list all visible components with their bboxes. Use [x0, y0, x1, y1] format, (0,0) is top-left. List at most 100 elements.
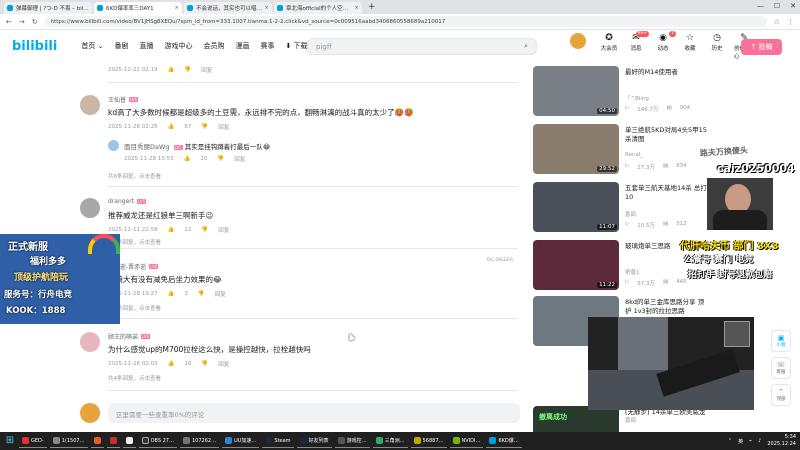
dislike-icon[interactable]: 👎: [198, 291, 205, 297]
nav-live[interactable]: 直播: [139, 41, 153, 51]
sub-comment-username[interactable]: 面目秀丽DaWg: [124, 143, 170, 151]
video-title[interactable]: 最好的M14使用者: [625, 68, 707, 77]
forward-icon[interactable]: →: [19, 18, 25, 26]
close-tab-icon[interactable]: ×: [264, 5, 269, 11]
minimize-icon[interactable]: —: [757, 2, 764, 10]
user-avatar[interactable]: [570, 33, 586, 49]
nav-anime[interactable]: 番剧: [114, 41, 128, 51]
bilibili-logo[interactable]: bilibili: [12, 39, 57, 54]
taskbar-item[interactable]: 107262…: [179, 434, 220, 448]
back-to-top-button[interactable]: ⌃ 顶部: [771, 384, 791, 406]
nav-game-center[interactable]: 游戏中心: [164, 41, 192, 51]
taskbar-item[interactable]: Steam: [262, 434, 294, 448]
windows-start-icon[interactable]: ⊞: [4, 435, 16, 447]
header-messages[interactable]: ✉ 99+ 消息: [626, 31, 649, 52]
uploader-name[interactable]: 香鸽: [625, 416, 636, 424]
comment-username[interactable]: 顾王的萌弟: [108, 332, 138, 341]
volume-icon[interactable]: ♪: [758, 438, 761, 444]
dislike-icon[interactable]: 👎: [201, 227, 208, 233]
recommend-item[interactable]: 29:52 单三绝航5KD对局4头5甲15杀清图 Renal_ ▷ 27.3万 ▤ 6…: [533, 124, 708, 176]
reply-button[interactable]: 回复: [218, 226, 229, 234]
like-icon[interactable]: 👍: [168, 124, 175, 130]
taskbar-item[interactable]: NVIDI…: [449, 434, 484, 448]
url-field[interactable]: https://www.bilibili.com/video/BV1JHSg8X…: [44, 16, 767, 27]
reload-icon[interactable]: ↻: [32, 18, 38, 26]
video-thumbnail[interactable]: 29:52: [533, 124, 619, 174]
video-thumbnail[interactable]: 11:07: [533, 182, 619, 232]
video-title[interactable]: 8kd的单三金库思路分享 顶护 1v3封的拉拉思路: [625, 298, 707, 316]
uploader-name[interactable]: 「^Bling: [625, 94, 649, 102]
close-window-icon[interactable]: ✕: [790, 2, 796, 10]
taskbar-item[interactable]: 三角洲…: [372, 434, 408, 448]
dislike-icon[interactable]: 👎: [201, 124, 208, 130]
video-title[interactable]: 五套单三航天基地14杀 总打10: [625, 184, 707, 202]
view-replies-link[interactable]: 共6条回复，点击查看: [108, 172, 161, 180]
taskbar-item[interactable]: 好友列表: [296, 434, 332, 448]
nav-mall[interactable]: 会员购: [203, 41, 224, 51]
uploader-name[interactable]: Renal_: [625, 152, 643, 158]
dislike-icon[interactable]: 👎: [201, 361, 208, 367]
header-favorites[interactable]: ☆ 收藏: [680, 33, 700, 52]
uploader-name[interactable]: 奇善1: [625, 268, 640, 276]
browser-tab-4[interactable]: 章北海official的个人空间-章北海…×: [274, 2, 362, 14]
taskbar-item[interactable]: [122, 434, 136, 448]
network-icon[interactable]: ⌁: [749, 438, 752, 444]
comment-username[interactable]: 王仙普: [108, 95, 126, 104]
video-thumbnail[interactable]: 11:22: [533, 240, 619, 290]
browser-tab-2[interactable]: 6KD爆率率三DAY1 ×: [94, 2, 182, 14]
like-icon[interactable]: 👍: [184, 156, 191, 162]
taskbar-item[interactable]: OBS 27…: [138, 434, 177, 448]
reply-button[interactable]: 回复: [218, 123, 229, 131]
new-tab-button[interactable]: +: [368, 2, 376, 12]
like-icon[interactable]: 👍: [168, 361, 175, 367]
avatar[interactable]: [80, 198, 100, 218]
like-icon[interactable]: 👍: [168, 67, 175, 73]
header-dynamics[interactable]: ◉ 1 动态: [653, 31, 676, 52]
dislike-icon[interactable]: 👎: [217, 156, 224, 162]
taskbar-item[interactable]: 6KD爆…: [486, 434, 522, 448]
search-icon[interactable]: ⌕: [524, 42, 528, 51]
taskbar-item[interactable]: 1(1507…: [49, 434, 88, 448]
comment-username[interactable]: drangert: [108, 198, 134, 205]
browser-tab-3[interactable]: 不会说话，其实也可以唱暖的(…×: [184, 2, 272, 14]
header-history[interactable]: ◷ 历史: [707, 33, 727, 52]
search-input[interactable]: pigff ⌕: [307, 38, 537, 55]
comment-input[interactable]: 这里需要一些查重率0%的评论: [108, 403, 520, 423]
uploader-name[interactable]: 香鸽: [625, 210, 636, 218]
taskbar-item[interactable]: [90, 434, 104, 448]
tray-chevron-icon[interactable]: ⌃: [728, 438, 732, 444]
taskbar-item[interactable]: GED-: [19, 434, 47, 448]
reply-button[interactable]: 回复: [218, 360, 229, 368]
view-replies-link[interactable]: 共4条回复，点击查看: [108, 374, 161, 382]
header-vip[interactable]: ✪ 大会员: [599, 33, 619, 52]
nav-esports[interactable]: 赛事: [260, 41, 274, 51]
maximize-icon[interactable]: ☐: [774, 2, 780, 10]
avatar[interactable]: [80, 95, 100, 115]
reply-button[interactable]: 回复: [201, 66, 212, 74]
reply-button[interactable]: 回复: [234, 155, 245, 163]
input-language[interactable]: 英: [738, 438, 743, 445]
like-icon[interactable]: 👍: [168, 291, 175, 297]
taskbar-item[interactable]: UU加速…: [222, 434, 260, 448]
video-thumbnail[interactable]: 04:50: [533, 66, 619, 116]
taskbar-item[interactable]: 游戏控…: [334, 434, 370, 448]
extensions-icon[interactable]: ⋮: [787, 18, 794, 26]
nav-manga[interactable]: 漫画: [235, 41, 249, 51]
close-tab-icon[interactable]: ×: [174, 5, 179, 11]
reply-button[interactable]: 回复: [215, 290, 226, 298]
avatar[interactable]: [108, 140, 119, 151]
like-icon[interactable]: 👍: [168, 227, 175, 233]
dislike-icon[interactable]: 👎: [184, 67, 191, 73]
close-tab-icon[interactable]: ×: [354, 5, 359, 11]
upload-button[interactable]: ↑ 投稿: [741, 39, 782, 55]
favorite-star-icon[interactable]: ☆: [774, 18, 780, 26]
back-icon[interactable]: ←: [6, 18, 12, 26]
customer-service-button[interactable]: ☏ 客服: [771, 357, 791, 379]
recommend-item[interactable]: 11:07 五套单三航天基地14杀 总打10 香鸽 ▷ 10.5万 ▤ 512: [533, 182, 708, 234]
taskbar-item[interactable]: 56887…: [410, 434, 447, 448]
taskbar-item[interactable]: [106, 434, 120, 448]
video-title[interactable]: 单三绝航5KD对局4头5甲15杀清图: [625, 126, 707, 144]
clock[interactable]: 5:34 2025.12.24: [767, 434, 796, 448]
avatar[interactable]: [80, 332, 100, 352]
browser-tab-1[interactable]: 弹幕御理 | ?つ·D 不畏 – bilibili ×: [4, 2, 92, 14]
